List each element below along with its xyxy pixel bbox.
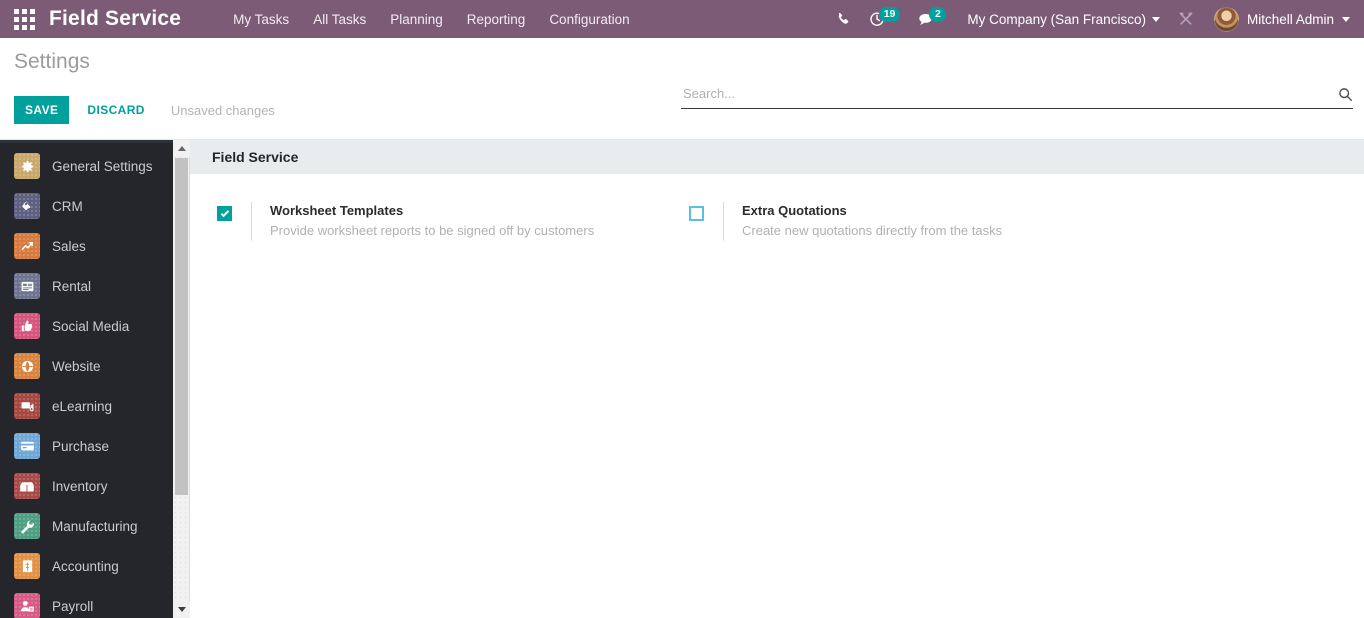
setting-description: Provide worksheet reports to be signed o…: [270, 223, 595, 238]
gear-icon: [14, 153, 40, 179]
chevron-down-icon: [1342, 16, 1350, 22]
app-brand-title[interactable]: Field Service: [49, 7, 181, 31]
developer-tools-icon[interactable]: [1168, 11, 1204, 27]
settings-body: General Settings CRM Sales Rental Social: [0, 140, 1364, 618]
setting-label: Worksheet Templates: [270, 203, 404, 218]
wrench-icon: [14, 513, 40, 539]
scroll-down-arrow[interactable]: [173, 601, 190, 618]
invoice-icon: [14, 553, 40, 579]
check-icon: [220, 208, 229, 217]
menu-item-planning[interactable]: Planning: [378, 2, 455, 37]
sidebar-item-general-settings[interactable]: General Settings: [0, 146, 173, 186]
sidebar-item-label: General Settings: [52, 158, 153, 174]
setting-description: Create new quotations directly from the …: [742, 223, 1003, 238]
sidebar-item-social-media[interactable]: Social Media: [0, 306, 173, 346]
page-title: Settings: [14, 50, 90, 73]
section-title: Field Service: [190, 140, 1364, 174]
company-switcher[interactable]: My Company (San Francisco): [955, 12, 1168, 27]
search-bar: [681, 86, 1353, 109]
handshake-icon: [14, 193, 40, 219]
sidebar-item-crm[interactable]: CRM: [0, 186, 173, 226]
menu-item-my-tasks[interactable]: My Tasks: [221, 2, 301, 37]
setting-extra-quotations: Extra Quotations Create new quotations d…: [689, 202, 1161, 241]
worksheet-templates-checkbox[interactable]: [217, 206, 232, 221]
control-panel-buttons: SAVE DISCARD Unsaved changes: [14, 96, 275, 124]
chevron-down-icon: [1151, 16, 1160, 22]
menu-item-reporting[interactable]: Reporting: [455, 2, 538, 37]
sidebar-item-label: eLearning: [52, 398, 113, 414]
sidebar-item-label: Rental: [52, 278, 92, 294]
chart-line-icon: [14, 233, 40, 259]
phone-icon[interactable]: [827, 12, 860, 27]
save-button[interactable]: SAVE: [14, 96, 70, 124]
sidebar-item-rental[interactable]: Rental: [0, 266, 173, 306]
sidebar-item-label: Sales: [52, 238, 86, 254]
scroll-thumb[interactable]: [175, 158, 188, 495]
sidebar-item-payroll[interactable]: Payroll: [0, 586, 173, 618]
user-badge-icon: [14, 593, 40, 618]
company-name: My Company (San Francisco): [967, 11, 1146, 27]
sidebar-item-inventory[interactable]: Inventory: [0, 466, 173, 506]
setting-label: Extra Quotations: [742, 203, 847, 218]
credit-card-icon: [14, 433, 40, 459]
sidebar-item-label: Website: [52, 358, 101, 374]
sidebar-item-manufacturing[interactable]: Manufacturing: [0, 506, 173, 546]
avatar: [1213, 6, 1239, 32]
activities-count-badge: 19: [878, 7, 901, 22]
sidebar-item-sales[interactable]: Sales: [0, 226, 173, 266]
sidebar-item-label: Payroll: [52, 598, 94, 614]
extra-quotations-checkbox[interactable]: [689, 206, 704, 221]
unsaved-changes-status: Unsaved changes: [170, 102, 275, 118]
control-panel: Settings SAVE DISCARD Unsaved changes: [0, 38, 1364, 140]
settings-grid: Worksheet Templates Provide worksheet re…: [190, 174, 1364, 263]
scroll-up-arrow[interactable]: [173, 140, 190, 157]
main-menu: My Tasks All Tasks Planning Reporting Co…: [221, 2, 641, 37]
box-icon: [14, 473, 40, 499]
sidebar-item-accounting[interactable]: Accounting: [0, 546, 173, 586]
settings-sidebar: General Settings CRM Sales Rental Social: [0, 140, 173, 618]
settings-content: Field Service Worksheet Templates Provid…: [190, 140, 1364, 618]
globe-icon: [14, 353, 40, 379]
setting-worksheet-templates: Worksheet Templates Provide worksheet re…: [190, 202, 662, 241]
sidebar-item-label: CRM: [52, 198, 83, 214]
search-icon[interactable]: [1338, 87, 1353, 102]
search-input[interactable]: [681, 86, 1338, 103]
menu-item-all-tasks[interactable]: All Tasks: [301, 2, 378, 37]
sidebar-item-label: Accounting: [52, 558, 119, 574]
sidebar-item-label: Social Media: [52, 318, 130, 334]
sidebar-item-label: Purchase: [52, 438, 110, 454]
activities-menu[interactable]: 19: [860, 7, 910, 27]
thumbs-up-icon: [14, 313, 40, 339]
setting-text: Extra Quotations Create new quotations d…: [723, 202, 1002, 241]
apps-grid-icon[interactable]: [11, 6, 37, 32]
sidebar-item-purchase[interactable]: Purchase: [0, 426, 173, 466]
sidebar-item-label: Inventory: [52, 478, 108, 494]
messages-count-badge: 2: [929, 7, 947, 22]
sidebar-item-elearning[interactable]: eLearning: [0, 386, 173, 426]
top-navbar: Field Service My Tasks All Tasks Plannin…: [0, 0, 1364, 38]
user-name: Mitchell Admin: [1246, 11, 1334, 27]
navbar-right-tools: 19 2 My Company (San Francisco) Mitchell…: [827, 0, 1356, 38]
sidebar-item-website[interactable]: Website: [0, 346, 173, 386]
document-icon: [14, 273, 40, 299]
menu-item-configuration[interactable]: Configuration: [537, 2, 641, 37]
setting-text: Worksheet Templates Provide worksheet re…: [251, 202, 594, 241]
sidebar-item-label: Manufacturing: [52, 518, 138, 534]
graduation-icon: [14, 393, 40, 419]
discard-button[interactable]: DISCARD: [75, 96, 156, 124]
messages-menu[interactable]: 2: [909, 7, 955, 27]
sidebar-scrollbar[interactable]: [173, 140, 190, 618]
user-menu[interactable]: Mitchell Admin: [1204, 6, 1356, 32]
